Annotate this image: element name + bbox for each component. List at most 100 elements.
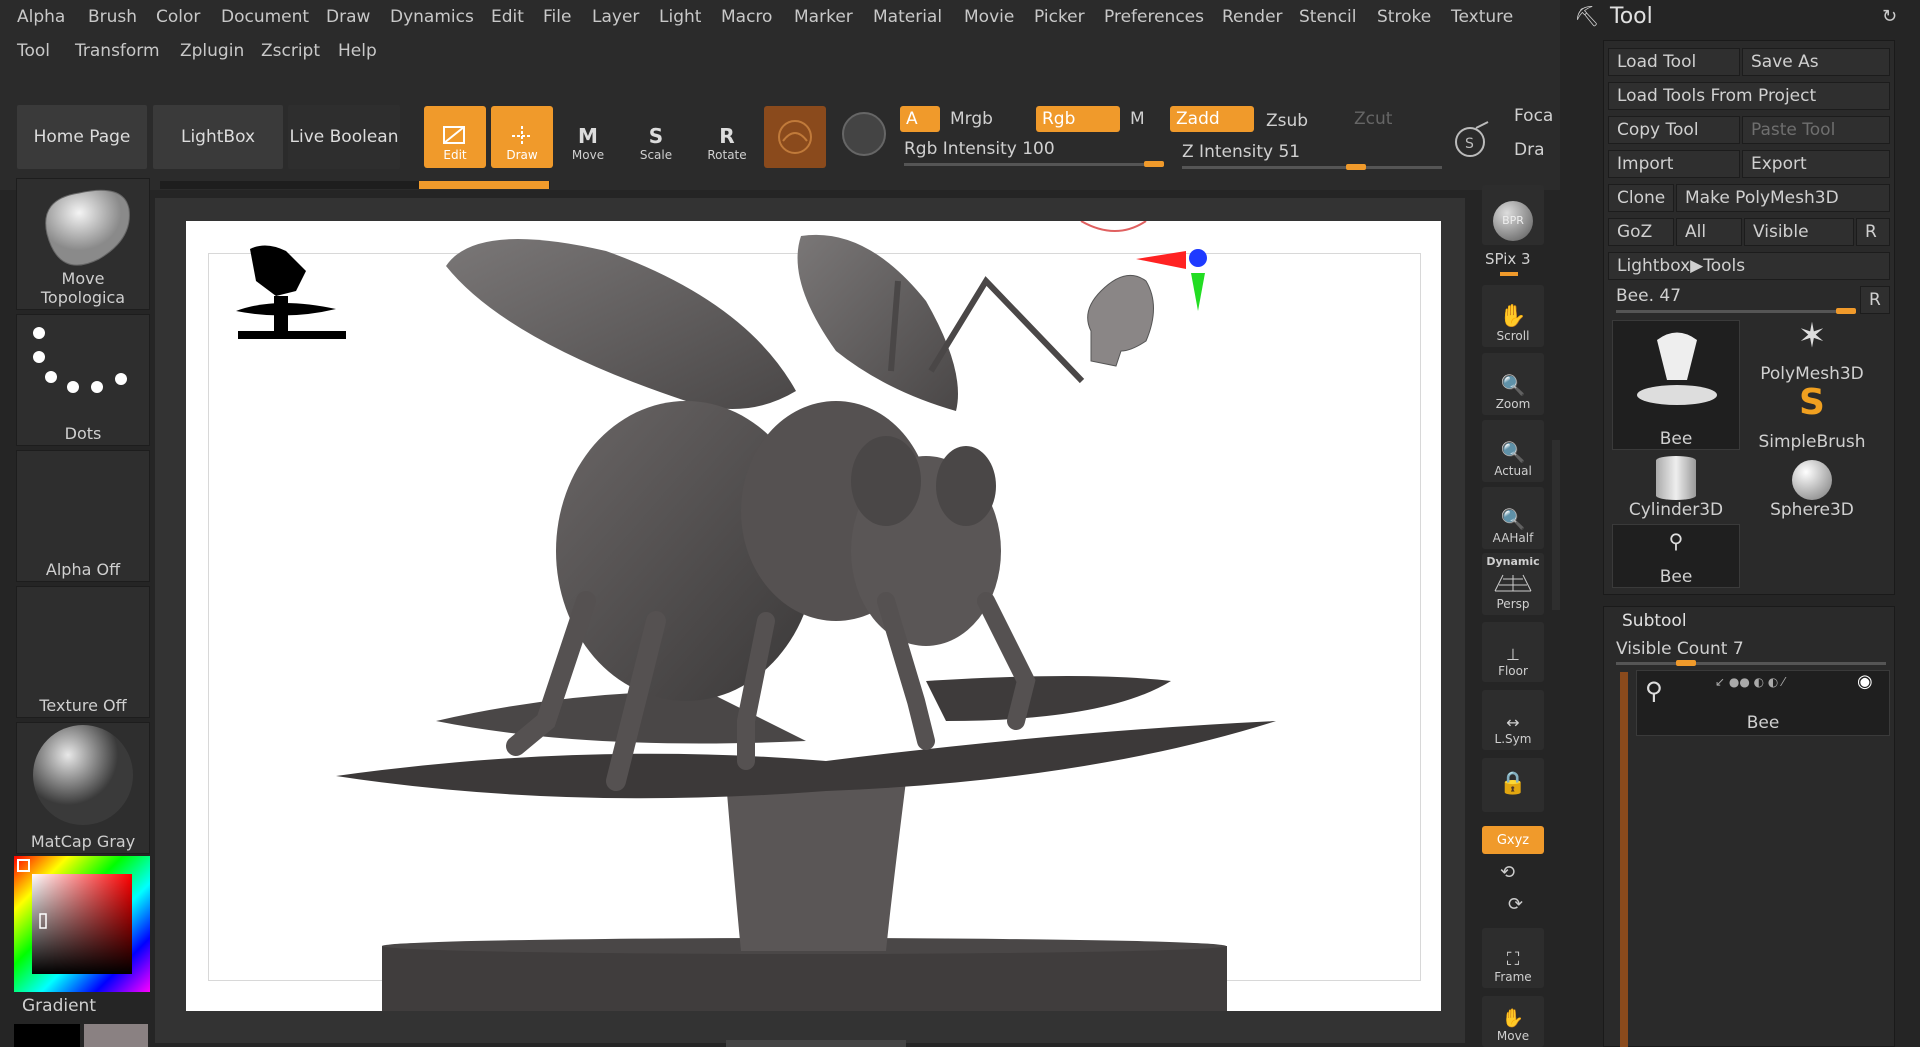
menu-help[interactable]: Help [338,41,377,61]
live-boolean-button[interactable]: Live Boolean [288,105,400,169]
visible-count-slider[interactable] [1616,662,1886,665]
import-button[interactable]: Import [1608,150,1740,178]
visibility-eye-icon[interactable]: ◉ [1857,671,1873,692]
m-toggle[interactable]: M [1124,106,1158,132]
visible-count-knob[interactable] [1676,660,1696,666]
draw-mode-button[interactable]: Draw [491,106,553,168]
tool-thumb-bee-active[interactable]: Bee [1612,320,1740,450]
color-picker[interactable] [14,856,150,992]
document-canvas[interactable] [186,221,1441,1011]
menu-macro[interactable]: Macro [721,7,772,27]
spix-label[interactable]: SPix 3 [1485,250,1531,268]
draw-size-label[interactable]: Dra [1514,140,1545,160]
tool-thumb-bee[interactable]: ⚲ Bee [1612,524,1740,588]
menu-light[interactable]: Light [659,7,701,27]
menu-alpha[interactable]: Alpha [17,7,65,27]
brush-slot[interactable]: Move Topologica [16,178,150,310]
refresh-icon[interactable]: ↻ [1882,6,1897,27]
z-intensity-slider[interactable] [1182,166,1442,169]
tool-thumb-cylinder3d[interactable]: Cylinder3D [1612,456,1740,520]
menu-preferences[interactable]: Preferences [1104,7,1204,27]
menu-tool[interactable]: Tool [17,41,50,61]
tool-r-button[interactable]: R [1860,286,1890,314]
menu-dynamics[interactable]: Dynamics [390,7,474,27]
tool-slider-knob[interactable] [1836,308,1856,314]
persp-button[interactable]: Dynamic Persp [1482,553,1544,615]
menu-edit[interactable]: Edit [491,7,524,27]
menu-transform[interactable]: Transform [75,41,160,61]
bpr-button[interactable]: BPR [1482,185,1544,245]
rgb-intensity-slider[interactable] [904,163,1164,166]
scale-mode-button[interactable]: S Scale [625,106,687,168]
scroll-button[interactable]: ✋ Scroll [1482,285,1544,347]
menu-movie[interactable]: Movie [964,7,1014,27]
rotate-mode-button[interactable]: R Rotate [696,106,758,168]
menu-brush[interactable]: Brush [88,7,137,27]
menu-zplugin[interactable]: Zplugin [180,41,244,61]
aahalf-button[interactable]: 🔍 AAHalf [1482,487,1544,549]
tool-thumb-simplebrush[interactable]: S SimpleBrush [1748,382,1876,452]
load-tool-button[interactable]: Load Tool [1608,48,1740,76]
goz-all-button[interactable]: All [1676,218,1742,246]
edit-mode-button[interactable]: Edit [424,106,486,168]
spotlight-icon[interactable]: S [1450,118,1494,162]
zoom-button[interactable]: 🔍 Zoom [1482,353,1544,415]
goz-button[interactable]: GoZ [1608,218,1674,246]
lsym-button[interactable]: ↔ L.Sym [1482,690,1544,750]
material-swatch-button[interactable] [764,106,826,168]
goz-visible-button[interactable]: Visible [1744,218,1854,246]
menu-layer[interactable]: Layer [592,7,639,27]
stroke-slot[interactable]: Dots [16,314,150,446]
load-tools-from-project-button[interactable]: Load Tools From Project [1608,82,1890,110]
rgb-toggle[interactable]: Rgb [1036,106,1120,132]
frame-button[interactable]: ⛶ Frame [1482,928,1544,988]
subtool-toggle-icons[interactable]: ↙ ●● ◐ ◐ ⁄ [1715,675,1784,689]
menu-stencil[interactable]: Stencil [1299,7,1356,27]
focal-label[interactable]: Foca [1514,106,1553,126]
clone-button[interactable]: Clone [1608,184,1674,212]
menu-picker[interactable]: Picker [1034,7,1085,27]
subtool-item-bee[interactable]: ⚲ ↙ ●● ◐ ◐ ⁄ ◉ Bee [1636,670,1890,736]
xyz-toggle[interactable]: Gxyz [1482,826,1544,854]
menu-zscript[interactable]: Zscript [261,41,320,61]
color-sphere-icon[interactable] [842,112,886,156]
actual-button[interactable]: 🔍 Actual [1482,420,1544,482]
right-shelf-scrollbar[interactable] [1552,440,1560,610]
zsub-toggle[interactable]: Zsub [1260,108,1336,134]
export-button[interactable]: Export [1742,150,1890,178]
rotate-y-icon[interactable]: ⟲ [1500,862,1515,883]
z-intensity-knob[interactable] [1346,164,1366,170]
texture-slot[interactable]: Texture Off [16,586,150,718]
spix-slider-knob[interactable] [1500,272,1518,276]
menu-document[interactable]: Document [221,7,309,27]
menu-material[interactable]: Material [873,7,942,27]
menu-color[interactable]: Color [156,7,200,27]
mrgb-toggle[interactable]: Mrgb [944,106,1036,132]
menu-draw[interactable]: Draw [326,7,370,27]
main-color-swatch[interactable] [14,1024,80,1047]
save-as-button[interactable]: Save As [1742,48,1890,76]
floor-button[interactable]: ⊥ Floor [1482,622,1544,682]
rotate-z-icon[interactable]: ⟳ [1508,894,1523,915]
lightbox-button[interactable]: LightBox [153,105,283,169]
move-mode-button[interactable]: M Move [557,106,619,168]
paste-tool-button[interactable]: Paste Tool [1742,116,1890,144]
subtool-title[interactable]: Subtool [1622,611,1687,631]
tool-thumb-polymesh3d[interactable]: ✶ PolyMesh3D [1748,316,1876,384]
secondary-color-swatch[interactable] [84,1024,148,1047]
zcut-toggle[interactable]: Zcut [1348,106,1418,132]
home-page-button[interactable]: Home Page [17,105,147,169]
menu-texture[interactable]: Texture [1451,7,1513,27]
material-slot[interactable]: MatCap Gray [16,722,150,854]
tool-slider[interactable] [1616,310,1856,313]
move-view-button[interactable]: ✋ Move [1482,996,1544,1047]
make-polymesh3d-button[interactable]: Make PolyMesh3D [1676,184,1890,212]
a-toggle[interactable]: A [900,106,940,132]
subtool-scrollbar[interactable] [1620,672,1628,1047]
lightbox-tools-button[interactable]: Lightbox▶Tools [1608,252,1890,280]
menu-render[interactable]: Render [1222,7,1283,27]
goz-r-button[interactable]: R [1856,218,1890,246]
copy-tool-button[interactable]: Copy Tool [1608,116,1740,144]
rgb-intensity-knob[interactable] [1144,161,1164,167]
alpha-slot[interactable]: Alpha Off [16,450,150,582]
